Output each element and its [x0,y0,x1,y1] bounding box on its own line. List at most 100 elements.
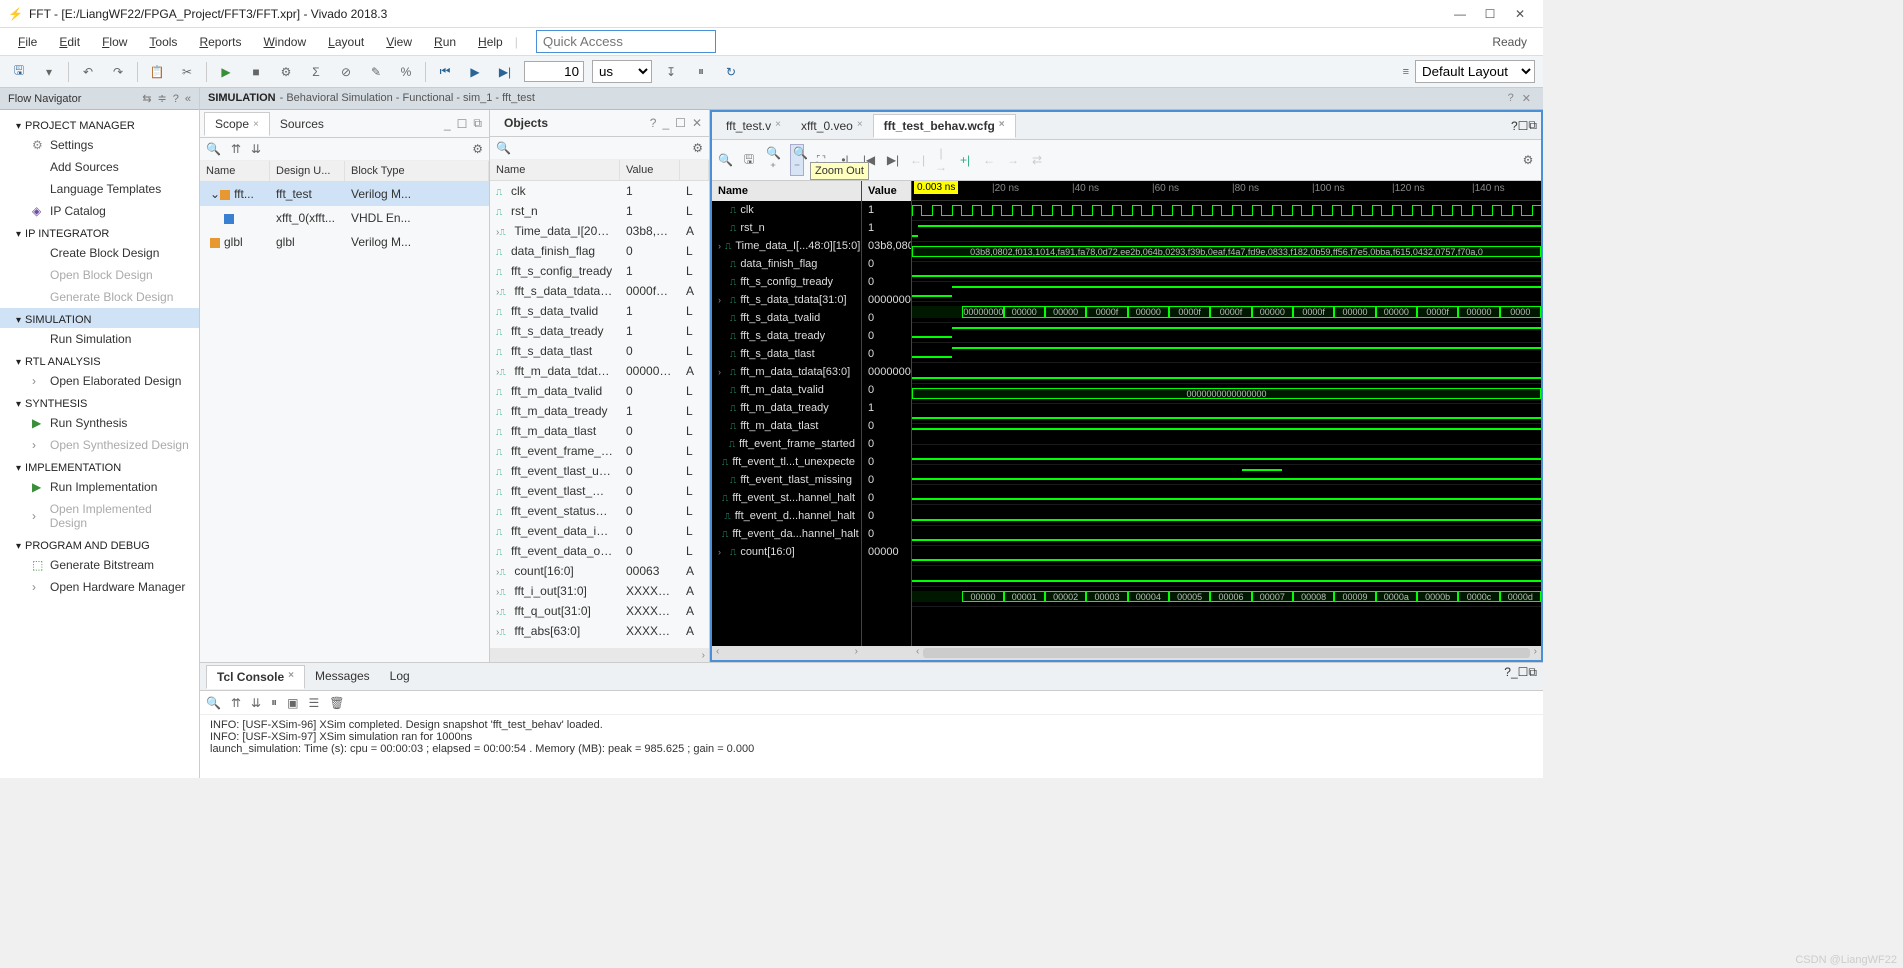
wave-signal-name[interactable]: ⎍ fft_event_tl...t_unexpecte [712,453,861,471]
save-icon[interactable]: 🖫 [8,61,30,83]
close-icon[interactable]: × [253,119,259,130]
object-row[interactable]: ⎍fft_event_tlast_une...0L [490,461,709,481]
run-icon[interactable]: ▶ [215,61,237,83]
object-row[interactable]: ⎍fft_s_data_tready1L [490,321,709,341]
col-name[interactable]: Name [200,161,270,181]
wave-signal-name[interactable]: ⎍ fft_m_data_tvalid [712,381,861,399]
nav-section[interactable]: IMPLEMENTATION [0,456,199,476]
object-row[interactable]: ⎍rst_n1L [490,201,709,221]
zoom-in-icon[interactable]: 🔍⁺ [766,146,780,174]
restart-icon[interactable]: ⏮ [434,61,456,83]
waveform-row[interactable] [912,505,1541,525]
object-row[interactable]: ⎍fft_m_data_tready1L [490,401,709,421]
waveform-row[interactable]: 000000000000000000000000000000f000000000… [912,302,1541,322]
tab-scope[interactable]: Scope× [204,112,270,136]
nav-item[interactable]: ›Open Elaborated Design [0,370,199,392]
object-row[interactable]: ›⎍Time_data_I[2048:...03b8,08...A [490,221,709,241]
gear-icon[interactable]: ⚙ [1521,153,1535,167]
pause-icon[interactable]: ⏸ [271,695,277,710]
wave-signal-name[interactable]: ⎍ fft_s_data_tlast [712,345,861,363]
nav-section[interactable]: SYNTHESIS [0,392,199,412]
nav-item[interactable]: Add Sources [0,156,199,178]
menu-layout[interactable]: Layout [318,31,374,53]
cancel-icon[interactable]: ⊘ [335,61,357,83]
toggle-icon[interactable]: ☰ [308,696,319,710]
menu-reports[interactable]: Reports [189,31,251,53]
wave-signal-name[interactable]: ⎍ clk [712,201,861,219]
swap-icon[interactable]: ⇄ [1030,153,1044,167]
wave-signal-name[interactable]: ⎍ fft_m_data_tready [712,399,861,417]
expand-icon[interactable]: ⇊ [251,142,261,156]
time-input[interactable] [524,61,584,82]
hscroll-right-icon[interactable]: › [1534,646,1537,660]
waveform-row[interactable]: 03b8,0802,f013,1014,fa91,fa78,0d72,ee2b,… [912,242,1541,262]
waveform-row[interactable] [912,404,1541,424]
menu-help[interactable]: Help [468,31,513,53]
minimize-button[interactable]: — [1445,3,1475,25]
nav-item[interactable]: ›Open Synthesized Design [0,434,199,456]
crumb-help-icon[interactable]: ? [1504,92,1518,105]
console-tab[interactable]: Messages [305,665,380,688]
hscroll-left-icon[interactable]: ‹ [916,646,919,660]
pause-icon[interactable]: ⏸ [690,61,712,83]
nav-item[interactable]: ›Open Implemented Design [0,498,199,534]
restore-panel-icon[interactable]: ⧉ [1528,665,1537,688]
nav-item[interactable]: ▶Run Synthesis [0,412,199,434]
prev-marker-icon[interactable]: ← [982,153,996,167]
wave-signal-name[interactable]: ⎍ fft_event_tlast_missing [712,471,861,489]
minimize-panel-icon[interactable]: _ [659,116,672,130]
object-row[interactable]: ›⎍fft_m_data_tdata[6...000000...A [490,361,709,381]
scope-row[interactable]: glblglblVerilog M... [200,230,489,254]
waveform-row[interactable]: 0000000000000010000200003000040000500006… [912,587,1541,607]
waveform-row[interactable] [912,262,1541,282]
collapse-icon[interactable]: ⇈ [231,696,241,710]
object-row[interactable]: ⎍fft_event_data_out...0L [490,541,709,561]
menu-file[interactable]: File [8,31,47,53]
wave-signal-name[interactable]: ›⎍ count[16:0] [712,543,861,561]
console-tab[interactable]: Tcl Console× [206,665,305,689]
trash-icon[interactable]: 🗑 [329,696,344,710]
nav-section[interactable]: SIMULATION [0,308,199,328]
object-row[interactable]: ›⎍fft_i_out[31:0]XXXXXXXXA [490,581,709,601]
waveform-row[interactable] [912,465,1541,485]
time-unit-select[interactable]: us [592,60,652,83]
wave-signal-name[interactable]: ⎍ fft_event_d...hannel_halt [712,507,861,525]
maximize-button[interactable]: ☐ [1475,3,1505,25]
wave-signal-name[interactable]: ⎍ fft_s_data_tvalid [712,309,861,327]
waveform-row[interactable] [912,201,1541,221]
scope-row[interactable]: xfft_0(xfft...VHDL En... [200,206,489,230]
object-row[interactable]: ›⎍count[16:0]00063A [490,561,709,581]
waveform-row[interactable] [912,526,1541,546]
undo-icon[interactable]: ↶ [77,61,99,83]
relaunch-icon[interactable]: ↻ [720,61,742,83]
redo-icon[interactable]: ↷ [107,61,129,83]
maximize-panel-icon[interactable]: ☐ [672,116,689,130]
go-end-icon[interactable]: ▶| [886,153,900,167]
wave-signal-name[interactable]: ⎍ fft_m_data_tlast [712,417,861,435]
menu-window[interactable]: Window [253,31,316,53]
clear-icon[interactable]: ▣ [287,696,298,710]
object-row[interactable]: ⎍fft_s_data_tlast0L [490,341,709,361]
expand-icon[interactable]: ⇊ [251,696,261,710]
nav-item[interactable]: ⬚Generate Bitstream [0,554,199,576]
next-trans-icon[interactable]: |→ [934,146,948,174]
close-button[interactable]: ✕ [1505,3,1535,25]
col-block-type[interactable]: Block Type [345,161,489,181]
wave-signal-name[interactable]: ⎍ fft_event_da...hannel_halt [712,525,861,543]
scope-row[interactable]: ⌄fft...fft_testVerilog M... [200,182,489,206]
object-row[interactable]: ⎍fft_event_data_in_...0L [490,521,709,541]
sigma-icon[interactable]: Σ [305,61,327,83]
gear-icon[interactable]: ⚙ [692,141,703,155]
nav-item[interactable]: ›Open Hardware Manager [0,576,199,598]
nav-item[interactable]: Create Block Design [0,242,199,264]
object-row[interactable]: ⎍clk1L [490,181,709,201]
object-row[interactable]: ⎍fft_m_data_tlast0L [490,421,709,441]
waveform-row[interactable] [912,221,1541,241]
waveform-row[interactable] [912,323,1541,343]
object-row[interactable]: ›⎍fft_q_out[31:0]XXXXXXXXA [490,601,709,621]
wave-tab[interactable]: xfft_0.veo× [791,115,873,137]
nav-item[interactable]: ◈IP Catalog [0,200,199,222]
dropdown-icon[interactable]: ▾ [38,61,60,83]
object-row[interactable]: ›⎍fft_abs[63:0]XXXXXX...A [490,621,709,641]
wave-signal-name[interactable]: ⎍ data_finish_flag [712,255,861,273]
